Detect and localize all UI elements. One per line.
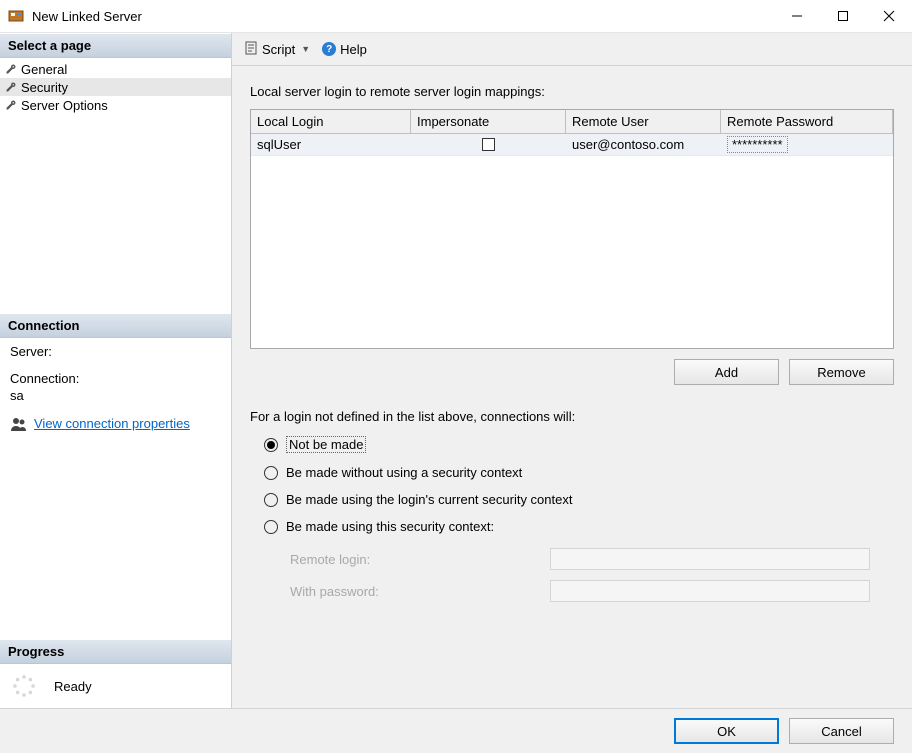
remote-login-label: Remote login:: [290, 552, 550, 567]
radio-label: Not be made: [286, 436, 366, 453]
radio-label: Be made using this security context:: [286, 519, 494, 534]
wrench-icon: [3, 79, 19, 95]
cell-impersonate[interactable]: [411, 134, 566, 155]
sidebar-item-server-options[interactable]: Server Options: [0, 96, 231, 114]
content: Local server login to remote server logi…: [232, 66, 912, 708]
main-toolbar: Script ▼ ? Help: [232, 33, 912, 66]
main-panel: Script ▼ ? Help Local server login to re…: [231, 33, 912, 708]
cancel-button[interactable]: Cancel: [789, 718, 894, 744]
radio-current-security[interactable]: Be made using the login's current securi…: [264, 492, 894, 507]
col-remote-password[interactable]: Remote Password: [721, 110, 893, 133]
radio-no-security[interactable]: Be made without using a security context: [264, 465, 894, 480]
security-credentials: Remote login: With password:: [290, 548, 894, 612]
connection-label: Connection:: [10, 371, 221, 386]
col-local-login[interactable]: Local Login: [251, 110, 411, 133]
radio-not-made[interactable]: Not be made: [264, 436, 894, 453]
remote-login-input: [550, 548, 870, 570]
close-button[interactable]: [866, 0, 912, 32]
sidebar-item-security[interactable]: Security: [0, 78, 231, 96]
cell-remote-password[interactable]: **********: [721, 134, 893, 155]
select-page-header: Select a page: [0, 33, 231, 58]
impersonate-checkbox[interactable]: [482, 138, 495, 151]
col-impersonate[interactable]: Impersonate: [411, 110, 566, 133]
table-row[interactable]: sqlUser user@contoso.com **********: [251, 134, 893, 156]
cell-local-login[interactable]: sqlUser: [251, 134, 411, 155]
mapping-label: Local server login to remote server logi…: [250, 84, 894, 99]
radio-input[interactable]: [264, 520, 278, 534]
connection-value: sa: [10, 388, 221, 403]
connection-mode-group: Not be made Be made without using a secu…: [250, 436, 894, 546]
page-list: General Security Server Options: [0, 58, 231, 116]
cell-remote-user[interactable]: user@contoso.com: [566, 134, 721, 155]
grid-buttons: Add Remove: [250, 349, 894, 389]
ok-button[interactable]: OK: [674, 718, 779, 744]
script-label: Script: [262, 42, 295, 57]
wrench-icon: [3, 97, 19, 113]
radio-input[interactable]: [264, 438, 278, 452]
radio-label: Be made without using a security context: [286, 465, 522, 480]
minimize-button[interactable]: [774, 0, 820, 32]
progress-status: Ready: [54, 679, 92, 694]
radio-input[interactable]: [264, 493, 278, 507]
help-label: Help: [340, 42, 367, 57]
sidebar-item-general[interactable]: General: [0, 60, 231, 78]
dialog-footer: OK Cancel: [0, 708, 912, 753]
radio-label: Be made using the login's current securi…: [286, 492, 572, 507]
server-label: Server:: [10, 344, 221, 359]
script-icon: [244, 41, 258, 58]
connection-info: Server: Connection: sa: [0, 338, 231, 411]
sidebar: Select a page General Security Server Op…: [0, 33, 231, 708]
add-button[interactable]: Add: [674, 359, 779, 385]
radio-input[interactable]: [264, 466, 278, 480]
connection-header: Connection: [0, 313, 231, 338]
titlebar: New Linked Server: [0, 0, 912, 33]
remote-password-value[interactable]: **********: [727, 136, 788, 153]
chevron-down-icon: ▼: [301, 44, 310, 54]
progress-body: Ready: [0, 664, 231, 708]
script-button[interactable]: Script ▼: [240, 39, 314, 60]
window-buttons: [774, 0, 912, 32]
help-icon: ?: [322, 42, 336, 56]
view-connection-link[interactable]: View connection properties: [34, 416, 190, 431]
help-button[interactable]: ? Help: [318, 40, 371, 59]
radio-this-security[interactable]: Be made using this security context:: [264, 519, 894, 534]
wrench-icon: [3, 61, 19, 77]
maximize-button[interactable]: [820, 0, 866, 32]
people-icon: [10, 415, 28, 433]
sidebar-item-label: Server Options: [21, 98, 108, 113]
progress-header: Progress: [0, 639, 231, 664]
remove-button[interactable]: Remove: [789, 359, 894, 385]
window-title: New Linked Server: [32, 9, 774, 24]
spinner-icon: [12, 674, 36, 698]
app-icon: [8, 8, 24, 24]
sidebar-item-label: General: [21, 62, 67, 77]
for-login-label: For a login not defined in the list abov…: [250, 409, 894, 424]
col-remote-user[interactable]: Remote User: [566, 110, 721, 133]
login-mapping-grid: Local Login Impersonate Remote User Remo…: [250, 109, 894, 349]
view-connection-row: View connection properties: [0, 411, 231, 443]
with-password-label: With password:: [290, 584, 550, 599]
with-password-input: [550, 580, 870, 602]
grid-header: Local Login Impersonate Remote User Remo…: [251, 110, 893, 134]
sidebar-item-label: Security: [21, 80, 68, 95]
